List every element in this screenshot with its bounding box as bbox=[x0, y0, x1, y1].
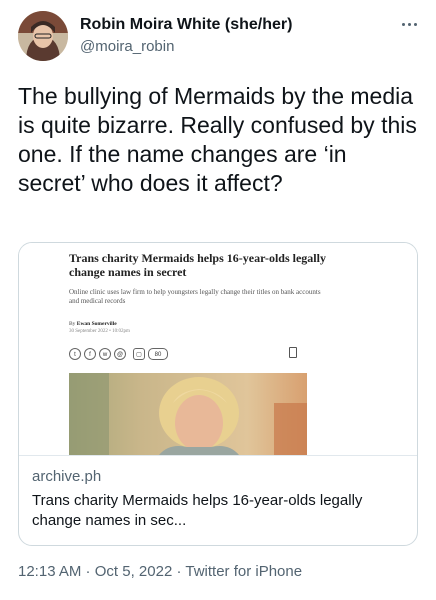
tweet-timestamp: 12:13 AM · Oct 5, 2022 · Twitter for iPh… bbox=[18, 563, 302, 580]
tweet-date[interactable]: Oct 5, 2022 bbox=[95, 563, 173, 580]
gift-icon: ▢ bbox=[133, 348, 145, 360]
byline-name: Ewan Somerville bbox=[76, 321, 117, 327]
separator: · bbox=[81, 563, 95, 580]
article-photo bbox=[69, 373, 307, 455]
article-subheadline: Online clinic uses law firm to help youn… bbox=[69, 288, 321, 305]
article-screenshot: Trans charity Mermaids helps 16-year-old… bbox=[19, 243, 417, 456]
author-display-name[interactable]: Robin Moira White (she/her) bbox=[80, 16, 292, 34]
article-byline: By Ewan Somerville bbox=[69, 321, 117, 327]
tweet-text: The bullying of Mermaids by the media is… bbox=[18, 83, 417, 196]
email-share-icon: @ bbox=[114, 348, 126, 360]
article-headline: Trans charity Mermaids helps 16-year-old… bbox=[69, 251, 326, 279]
avatar[interactable] bbox=[18, 11, 68, 61]
comment-icon: 80 bbox=[148, 348, 168, 360]
share-row: t f w @ ▢ 80 bbox=[69, 347, 171, 361]
facebook-share-icon: f bbox=[84, 348, 96, 360]
more-options-icon[interactable] bbox=[396, 14, 422, 34]
card-meta: archive.ph Trans charity Mermaids helps … bbox=[19, 455, 417, 545]
comment-count: 80 bbox=[154, 352, 162, 358]
card-domain: archive.ph bbox=[32, 468, 102, 485]
article-date: 30 September 2022 • 10:02pm bbox=[69, 329, 130, 334]
byline-prefix: By bbox=[69, 321, 76, 327]
whatsapp-share-icon: w bbox=[99, 348, 111, 360]
tweet-source[interactable]: Twitter for iPhone bbox=[185, 563, 302, 580]
link-card[interactable]: Trans charity Mermaids helps 16-year-old… bbox=[18, 242, 418, 546]
author-handle[interactable]: @moira_robin bbox=[80, 38, 174, 55]
twitter-share-icon: t bbox=[69, 348, 81, 360]
card-title: Trans charity Mermaids helps 16-year-old… bbox=[32, 492, 363, 529]
bookmark-icon bbox=[289, 347, 297, 358]
avatar-image bbox=[18, 11, 68, 61]
separator-2: · bbox=[172, 563, 186, 580]
article-photo-graphic bbox=[69, 373, 307, 455]
tweet-time[interactable]: 12:13 AM bbox=[18, 563, 81, 580]
